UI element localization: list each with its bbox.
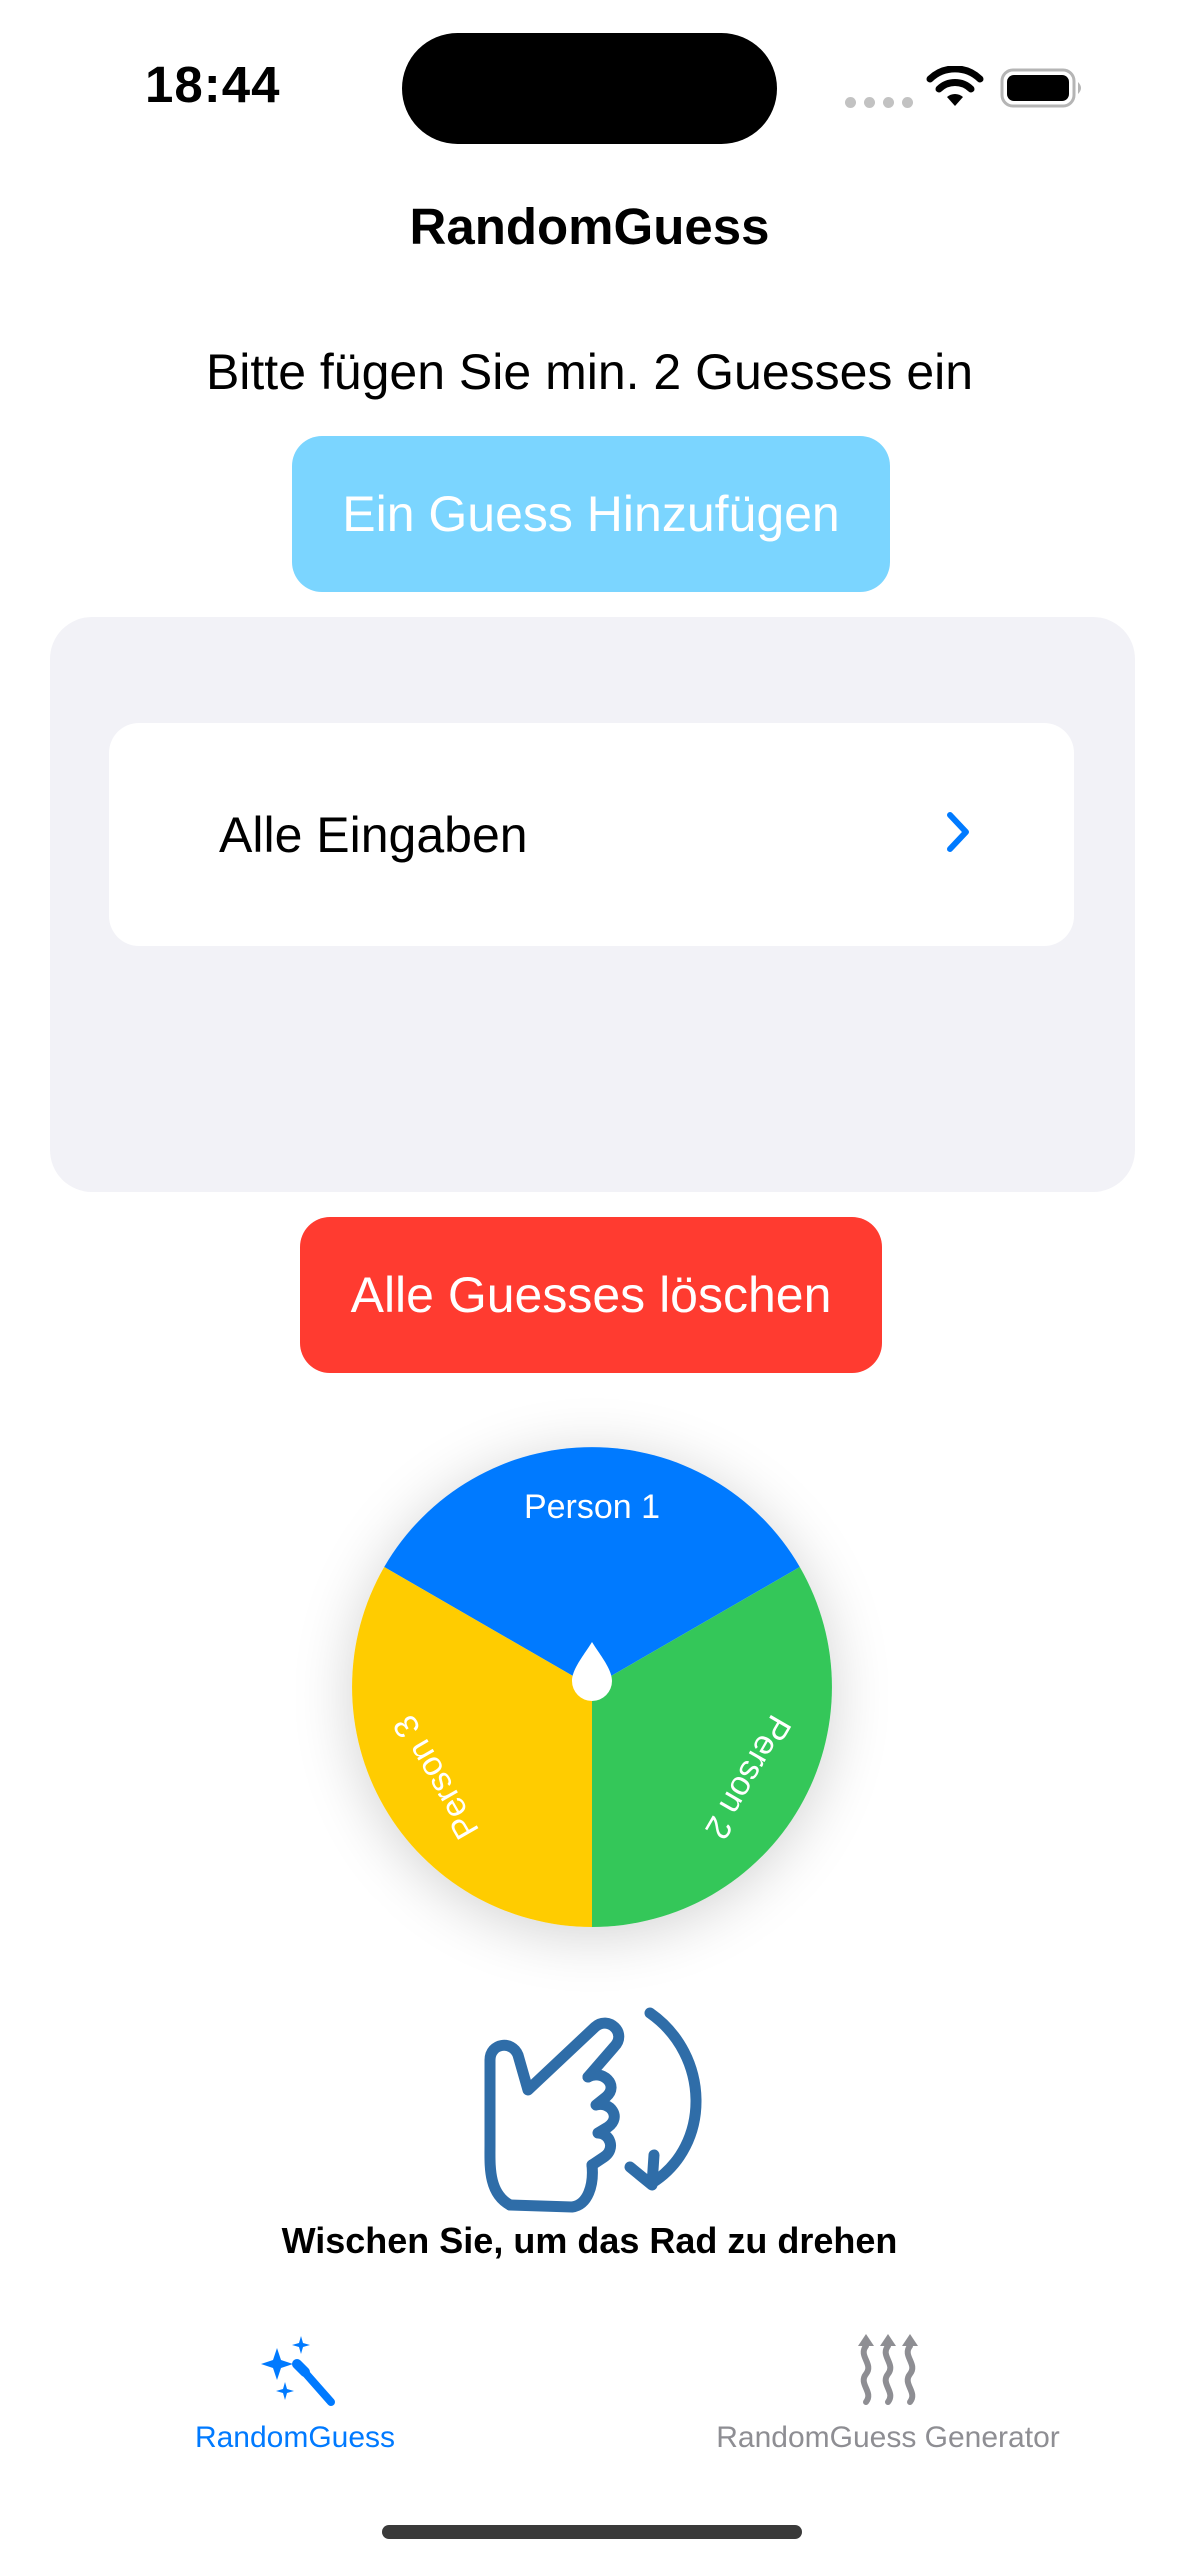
instruction-text: Bitte fügen Sie min. 2 Guesses ein xyxy=(205,344,974,400)
status-time: 18:44 xyxy=(145,56,281,113)
spin-wheel[interactable]: Person 1 Person 2 Person 3 xyxy=(352,1447,832,1927)
tab-randomguess-generator[interactable]: RandomGuess Generator xyxy=(628,2330,1148,2455)
cellular-signal-icon xyxy=(845,97,913,108)
wheel-label-person-1: Person 1 xyxy=(524,1488,660,1526)
add-guess-button-label: Ein Guess Hinzufügen xyxy=(342,486,840,542)
home-indicator[interactable] xyxy=(382,2525,802,2539)
dynamic-island xyxy=(402,33,777,144)
add-guess-button[interactable]: Ein Guess Hinzufügen xyxy=(292,436,890,592)
battery-icon xyxy=(1000,68,1081,108)
delete-all-guesses-button[interactable]: Alle Guesses löschen xyxy=(300,1217,882,1373)
page-title: RandomGuess xyxy=(409,198,770,255)
list-row-all-entries[interactable]: Alle Eingaben xyxy=(109,723,1074,946)
tab-randomguess[interactable]: RandomGuess xyxy=(35,2330,555,2455)
delete-all-guesses-button-label: Alle Guesses löschen xyxy=(350,1267,832,1323)
sparkles-wand-icon xyxy=(261,2336,335,2406)
heat-waves-icon xyxy=(858,2334,918,2405)
tab-randomguess-generator-label: RandomGuess Generator xyxy=(716,2421,1060,2454)
tab-randomguess-label: RandomGuess xyxy=(194,2421,396,2454)
list-row-label: Alle Eingaben xyxy=(219,807,528,863)
swipe-hint-text: Wischen Sie, um das Rad zu drehen xyxy=(281,2220,898,2261)
swipe-hand-icon xyxy=(484,2007,702,2213)
wifi-icon xyxy=(926,66,984,106)
chevron-right-icon xyxy=(947,812,969,852)
